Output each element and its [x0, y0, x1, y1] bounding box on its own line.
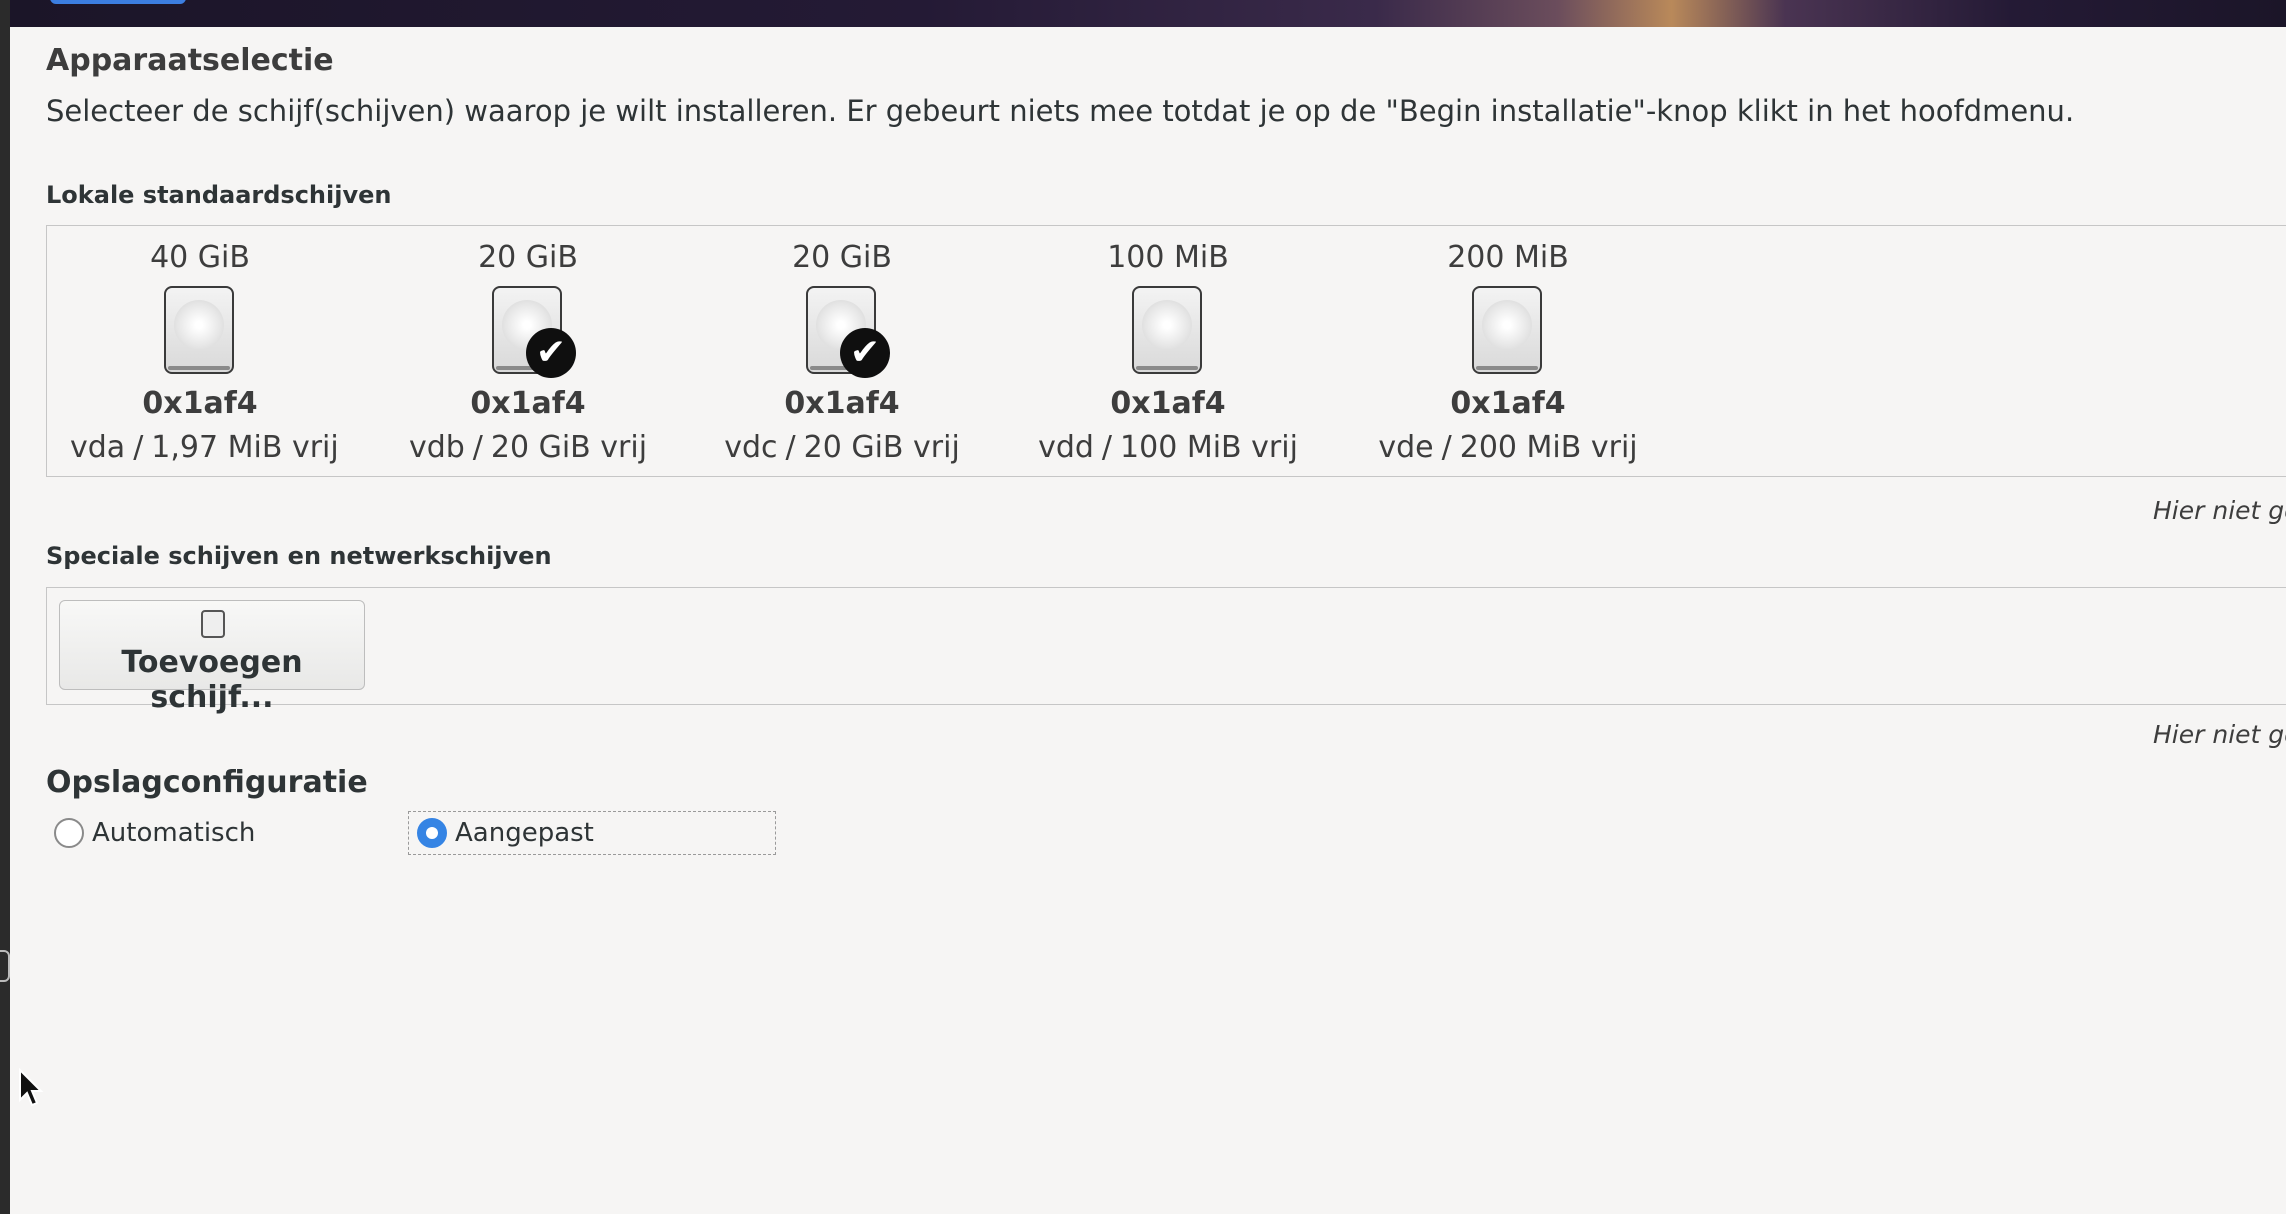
disk-info: vda/1,97 MiB vrij — [70, 430, 339, 465]
disk-icon-wrap — [1472, 286, 1544, 376]
device-selection-spoke: Apparaatselectie Selecteer de schijf(sch… — [10, 27, 2286, 1214]
special-disks-panel: Toevoegen schijf... — [46, 587, 2286, 715]
disk-separator: / — [1441, 430, 1452, 465]
radio-automatic-label: Automatisch — [92, 818, 256, 848]
header-banner — [10, 0, 2286, 27]
disk-size: 100 MiB — [1107, 240, 1229, 275]
disk-vdc[interactable]: 20 GiB ✔ 0x1af4 vdc/20 GiB vrij — [712, 226, 972, 476]
disk-device: vde — [1378, 430, 1434, 465]
installer-window: Apparaatselectie Selecteer de schijf(sch… — [0, 0, 2286, 1214]
storage-config-title: Opslagconfiguratie — [46, 765, 368, 800]
disk-separator: / — [785, 430, 796, 465]
disk-size: 200 MiB — [1447, 240, 1569, 275]
checkmark-icon: ✔ — [840, 328, 890, 378]
disk-free: 200 MiB vrij — [1459, 430, 1638, 465]
radio-automatic[interactable]: Automatisch — [54, 811, 255, 855]
disk-icon-wrap: ✔ — [806, 286, 890, 378]
disk-free: 20 GiB vrij — [490, 430, 648, 465]
disk-model: 0x1af4 — [1110, 386, 1226, 421]
page-description: Selecteer de schijf(schijven) waarop je … — [46, 94, 2075, 128]
disk-vde[interactable]: 200 MiB 0x1af4 vde/200 MiB vrij — [1378, 226, 1638, 476]
disk-icon-wrap: ✔ — [492, 286, 576, 378]
special-disks-label: Speciale schijven en netwerkschijven — [46, 542, 552, 570]
disk-size: 20 GiB — [478, 240, 578, 275]
disk-separator: / — [133, 430, 144, 465]
disk-size: 20 GiB — [792, 240, 892, 275]
checkmark-icon: ✔ — [526, 328, 576, 378]
disk-free: 20 GiB vrij — [803, 430, 960, 465]
disk-info: vdb/20 GiB vrij — [398, 430, 658, 465]
disk-device: vdd — [1038, 430, 1094, 465]
disk-separator: / — [1101, 430, 1113, 465]
disk-model: 0x1af4 — [470, 386, 586, 421]
disk-separator: / — [472, 430, 483, 465]
local-disks-panel: 40 GiB 0x1af4 vda/1,97 MiB vrij 20 GiB ✔… — [46, 225, 2286, 477]
disk-icon — [201, 610, 225, 638]
add-disk-button[interactable]: Toevoegen schijf... — [59, 600, 365, 715]
page-title: Apparaatselectie — [46, 43, 334, 78]
disk-icon-wrap — [1132, 286, 1204, 376]
hard-disk-icon — [1132, 286, 1202, 374]
disk-device: vdc — [724, 430, 778, 465]
radio-custom-label: Aangepast — [455, 818, 594, 848]
local-disks-label: Lokale standaardschijven — [46, 181, 392, 209]
radio-custom[interactable]: Aangepast — [408, 811, 776, 855]
disk-info: vdc/20 GiB vrij — [712, 430, 972, 465]
disk-vdb[interactable]: 20 GiB ✔ 0x1af4 vdb/20 GiB vrij — [398, 226, 658, 476]
disk-info: vde/200 MiB vrij — [1378, 430, 1638, 465]
disk-info: vdd/100 MiB vrij — [1038, 430, 1298, 465]
disk-icon-wrap — [164, 286, 236, 376]
local-disks-not-here-note: Hier niet ge — [2153, 496, 2286, 525]
disk-device: vdb — [408, 430, 465, 465]
special-disks-not-here-note: Hier niet ge — [2153, 720, 2286, 749]
disk-model: 0x1af4 — [1450, 386, 1566, 421]
disk-size: 40 GiB — [150, 240, 250, 275]
disk-vdd[interactable]: 100 MiB 0x1af4 vdd/100 MiB vrij — [1038, 226, 1298, 476]
disk-vda[interactable]: 40 GiB 0x1af4 vda/1,97 MiB vrij — [70, 226, 339, 476]
disk-device: vda — [70, 430, 126, 465]
disk-free: 1,97 MiB vrij — [151, 430, 339, 465]
radio-button[interactable] — [54, 818, 84, 848]
edge-glyph-icon — [0, 950, 10, 982]
disk-free: 100 MiB vrij — [1120, 430, 1298, 465]
radio-button[interactable] — [417, 818, 447, 848]
done-button-edge[interactable] — [50, 0, 186, 4]
hard-disk-icon — [1472, 286, 1542, 374]
hard-disk-icon — [164, 286, 234, 374]
left-desktop-strip — [0, 0, 10, 1214]
disk-model: 0x1af4 — [142, 386, 258, 421]
add-disk-button-label: Toevoegen schijf... — [121, 645, 303, 715]
disk-model: 0x1af4 — [784, 386, 900, 421]
